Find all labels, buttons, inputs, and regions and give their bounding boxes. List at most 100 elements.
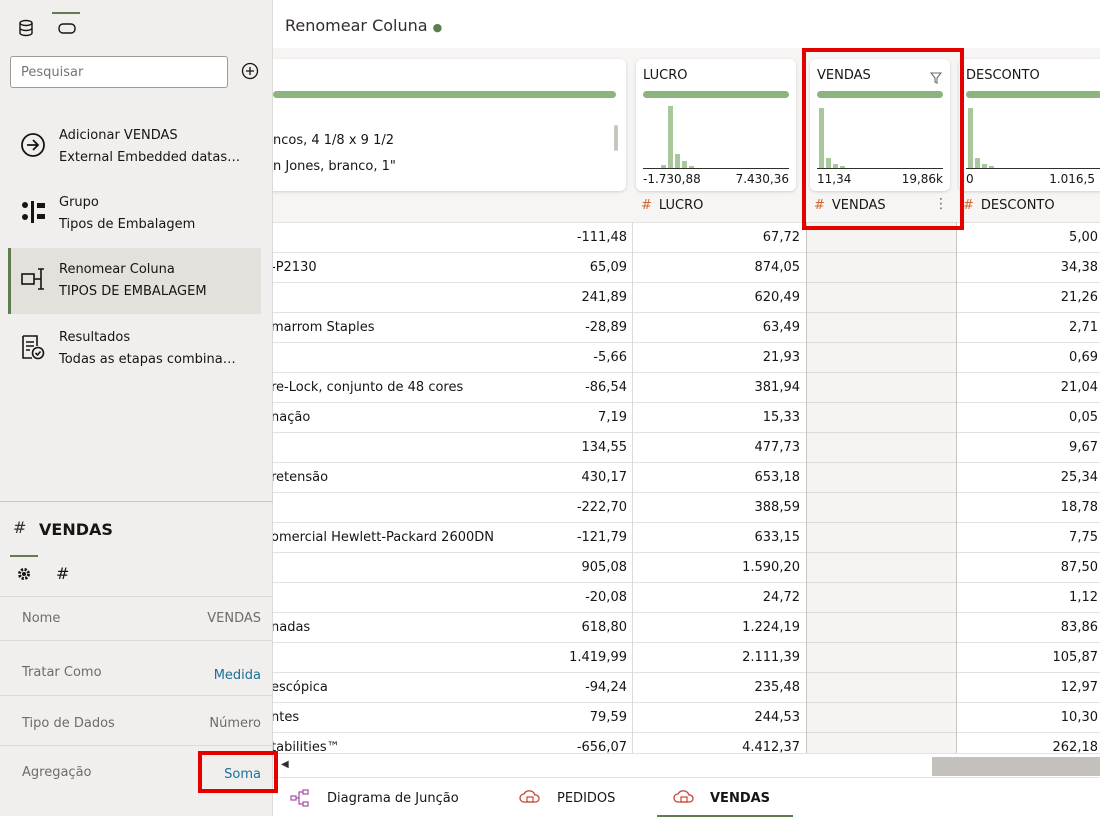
cell-product[interactable]: retensão: [273, 470, 328, 485]
cell-vendas[interactable]: 1.590,20: [742, 560, 800, 575]
step-results[interactable]: Resultados Todas as etapas combina…: [8, 316, 261, 382]
cell-vendas[interactable]: 67,72: [763, 230, 800, 245]
cell-desconto[interactable]: 0,69: [1069, 350, 1098, 365]
cell-product[interactable]: re-Lock, conjunto de 48 cores: [273, 380, 463, 395]
horizontal-scrollbar[interactable]: ◀: [273, 753, 1100, 777]
cell-desconto[interactable]: 262,18: [1053, 740, 1099, 753]
cell-lucro[interactable]: -94,24: [585, 680, 627, 695]
step-group[interactable]: Grupo Tipos de Embalagem: [8, 181, 261, 247]
cell-desconto[interactable]: 5,00: [1069, 230, 1098, 245]
cell-vendas[interactable]: 4.412,37: [742, 740, 800, 753]
data-flow-icon[interactable]: [56, 18, 78, 40]
cell-lucro[interactable]: 7,19: [598, 410, 627, 425]
tab-label: Diagrama de Junção: [327, 791, 459, 806]
cell-desconto[interactable]: 25,34: [1061, 470, 1098, 485]
cell-product[interactable]: escópica: [273, 680, 328, 695]
aggregation-dropdown[interactable]: Soma: [224, 767, 261, 782]
cell-product[interactable]: nação: [273, 410, 310, 425]
cell-desconto[interactable]: 2,71: [1069, 320, 1098, 335]
property-data-type: Tipo de Dados Número: [0, 696, 273, 746]
scroll-left-icon[interactable]: ◀: [281, 759, 289, 770]
cell-lucro[interactable]: -121,79: [577, 530, 627, 545]
step-rename-column[interactable]: Renomear Coluna TIPOS DE EMBALAGEM: [8, 248, 261, 314]
cell-vendas[interactable]: 244,53: [755, 710, 801, 725]
tab-pedidos[interactable]: PEDIDOS: [519, 778, 639, 817]
cell-desconto[interactable]: 83,86: [1061, 620, 1098, 635]
cell-desconto[interactable]: 12,97: [1061, 680, 1098, 695]
step-add-dataset[interactable]: Adicionar VENDAS External Embedded datas…: [8, 114, 261, 180]
gear-icon[interactable]: [16, 566, 32, 586]
cell-lucro[interactable]: -5,66: [593, 350, 627, 365]
cell-lucro[interactable]: 241,89: [582, 290, 628, 305]
cell-product[interactable]: nadas: [273, 620, 310, 635]
cell-product[interactable]: marrom Staples: [273, 320, 375, 335]
cell-lucro[interactable]: -656,07: [577, 740, 627, 753]
cell-vendas[interactable]: 235,48: [755, 680, 801, 695]
cell-desconto[interactable]: 10,30: [1061, 710, 1098, 725]
cell-vendas[interactable]: 874,05: [755, 260, 801, 275]
cell-vendas[interactable]: 63,49: [763, 320, 800, 335]
cell-desconto[interactable]: 7,75: [1069, 530, 1098, 545]
cell-desconto[interactable]: 105,87: [1053, 650, 1099, 665]
cell-lucro[interactable]: 905,08: [582, 560, 628, 575]
cell-desconto[interactable]: 0,05: [1069, 410, 1098, 425]
cell-lucro[interactable]: 65,09: [590, 260, 627, 275]
tab-label: PEDIDOS: [557, 791, 616, 806]
cell-lucro[interactable]: 79,59: [590, 710, 627, 725]
database-icon[interactable]: [16, 18, 38, 40]
more-options-icon[interactable]: ⋮: [934, 197, 948, 211]
cell-product[interactable]: omercial Hewlett-Packard 2600DN: [273, 530, 494, 545]
cell-desconto[interactable]: 18,78: [1061, 500, 1098, 515]
column-header-lucro[interactable]: # LUCRO: [641, 198, 703, 222]
cell-lucro[interactable]: -28,89: [585, 320, 627, 335]
cell-vendas[interactable]: 653,18: [755, 470, 801, 485]
treat-as-dropdown[interactable]: Medida: [214, 668, 261, 683]
column-card-vendas[interactable]: VENDAS 11,34 19,86k: [810, 59, 950, 191]
left-panel: Adicionar VENDAS External Embedded datas…: [0, 0, 273, 816]
cell-lucro[interactable]: -111,48: [577, 230, 627, 245]
step-subtitle: Todas as etapas combina…: [59, 352, 236, 367]
cell-vendas[interactable]: 388,59: [755, 500, 801, 515]
cell-vendas[interactable]: 381,94: [755, 380, 801, 395]
cell-vendas[interactable]: 477,73: [755, 440, 801, 455]
cell-vendas[interactable]: 24,72: [763, 590, 800, 605]
scrollbar-thumb[interactable]: [932, 757, 1100, 776]
column-header-desconto[interactable]: # DESCONTO: [963, 198, 1055, 222]
cell-lucro[interactable]: -20,08: [585, 590, 627, 605]
cell-lucro[interactable]: 618,80: [582, 620, 628, 635]
column-card-product[interactable]: ncos, 4 1/8 x 9 1/2 n Jones, branco, 1": [273, 59, 626, 191]
cell-vendas[interactable]: 620,49: [755, 290, 801, 305]
cell-vendas[interactable]: 633,15: [755, 530, 801, 545]
cell-product[interactable]: tabilities™: [273, 740, 340, 753]
search-input[interactable]: [10, 56, 228, 88]
quality-bar: [643, 91, 789, 98]
cell-product[interactable]: -P2130: [273, 260, 317, 275]
cell-desconto[interactable]: 1,12: [1069, 590, 1098, 605]
cell-lucro[interactable]: 430,17: [582, 470, 628, 485]
arrow-circle-icon: [20, 132, 46, 158]
column-card-lucro[interactable]: LUCRO -1.730,88 7.430,36: [636, 59, 796, 191]
cell-desconto[interactable]: 9,67: [1069, 440, 1098, 455]
cell-lucro[interactable]: 1.419,99: [569, 650, 627, 665]
cell-lucro[interactable]: -86,54: [585, 380, 627, 395]
tab-vendas[interactable]: VENDAS: [657, 778, 793, 817]
cell-desconto[interactable]: 87,50: [1061, 560, 1098, 575]
filter-icon[interactable]: [929, 69, 943, 88]
cell-vendas[interactable]: 1.224,19: [742, 620, 800, 635]
column-card-desconto[interactable]: DESCONTO 0 1.016,5: [959, 59, 1100, 191]
column-header-vendas[interactable]: # VENDAS: [814, 198, 886, 222]
cell-lucro[interactable]: 134,55: [582, 440, 628, 455]
cell-desconto[interactable]: 34,38: [1061, 260, 1098, 275]
cell-vendas[interactable]: 21,93: [763, 350, 800, 365]
cell-product[interactable]: ntes: [273, 710, 299, 725]
cell-desconto[interactable]: 21,04: [1061, 380, 1098, 395]
add-icon[interactable]: [241, 62, 259, 84]
cell-vendas[interactable]: 15,33: [763, 410, 800, 425]
card-scrollbar[interactable]: [614, 125, 618, 151]
cell-vendas[interactable]: 2.111,39: [742, 650, 800, 665]
number-format-tab[interactable]: #: [56, 564, 69, 583]
property-value[interactable]: VENDAS: [207, 611, 261, 626]
tab-join-diagram[interactable]: Diagrama de Junção: [287, 778, 477, 817]
cell-desconto[interactable]: 21,26: [1061, 290, 1098, 305]
cell-lucro[interactable]: -222,70: [577, 500, 627, 515]
